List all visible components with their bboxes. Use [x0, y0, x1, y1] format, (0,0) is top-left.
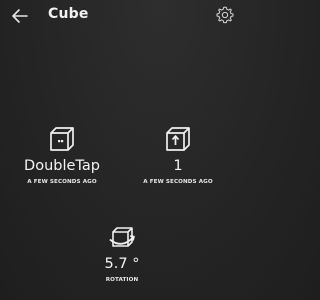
rotation-tile[interactable]: 5.7 ° ROTATION [90, 224, 154, 283]
app-bar: Cube [0, 0, 243, 34]
cube-flip-icon [166, 127, 190, 151]
cube-double-tap-icon [50, 127, 74, 151]
double-tap-value: DoubleTap [24, 158, 100, 174]
cube-rotation-icon [109, 227, 135, 247]
flip-count-value: 1 [173, 158, 183, 174]
flip-count-caption: A FEW SECONDS AGO [143, 179, 213, 185]
page-title: Cube [48, 6, 89, 22]
arrow-left-icon[interactable] [8, 5, 30, 27]
rotation-caption: ROTATION [105, 277, 139, 283]
flip-count-tile[interactable]: 1 A FEW SECONDS AGO [132, 126, 224, 185]
double-tap-caption: A FEW SECONDS AGO [27, 179, 97, 185]
gear-icon[interactable] [215, 5, 235, 25]
double-tap-tile[interactable]: DoubleTap A FEW SECONDS AGO [18, 126, 106, 185]
rotation-value: 5.7 ° [104, 256, 140, 272]
